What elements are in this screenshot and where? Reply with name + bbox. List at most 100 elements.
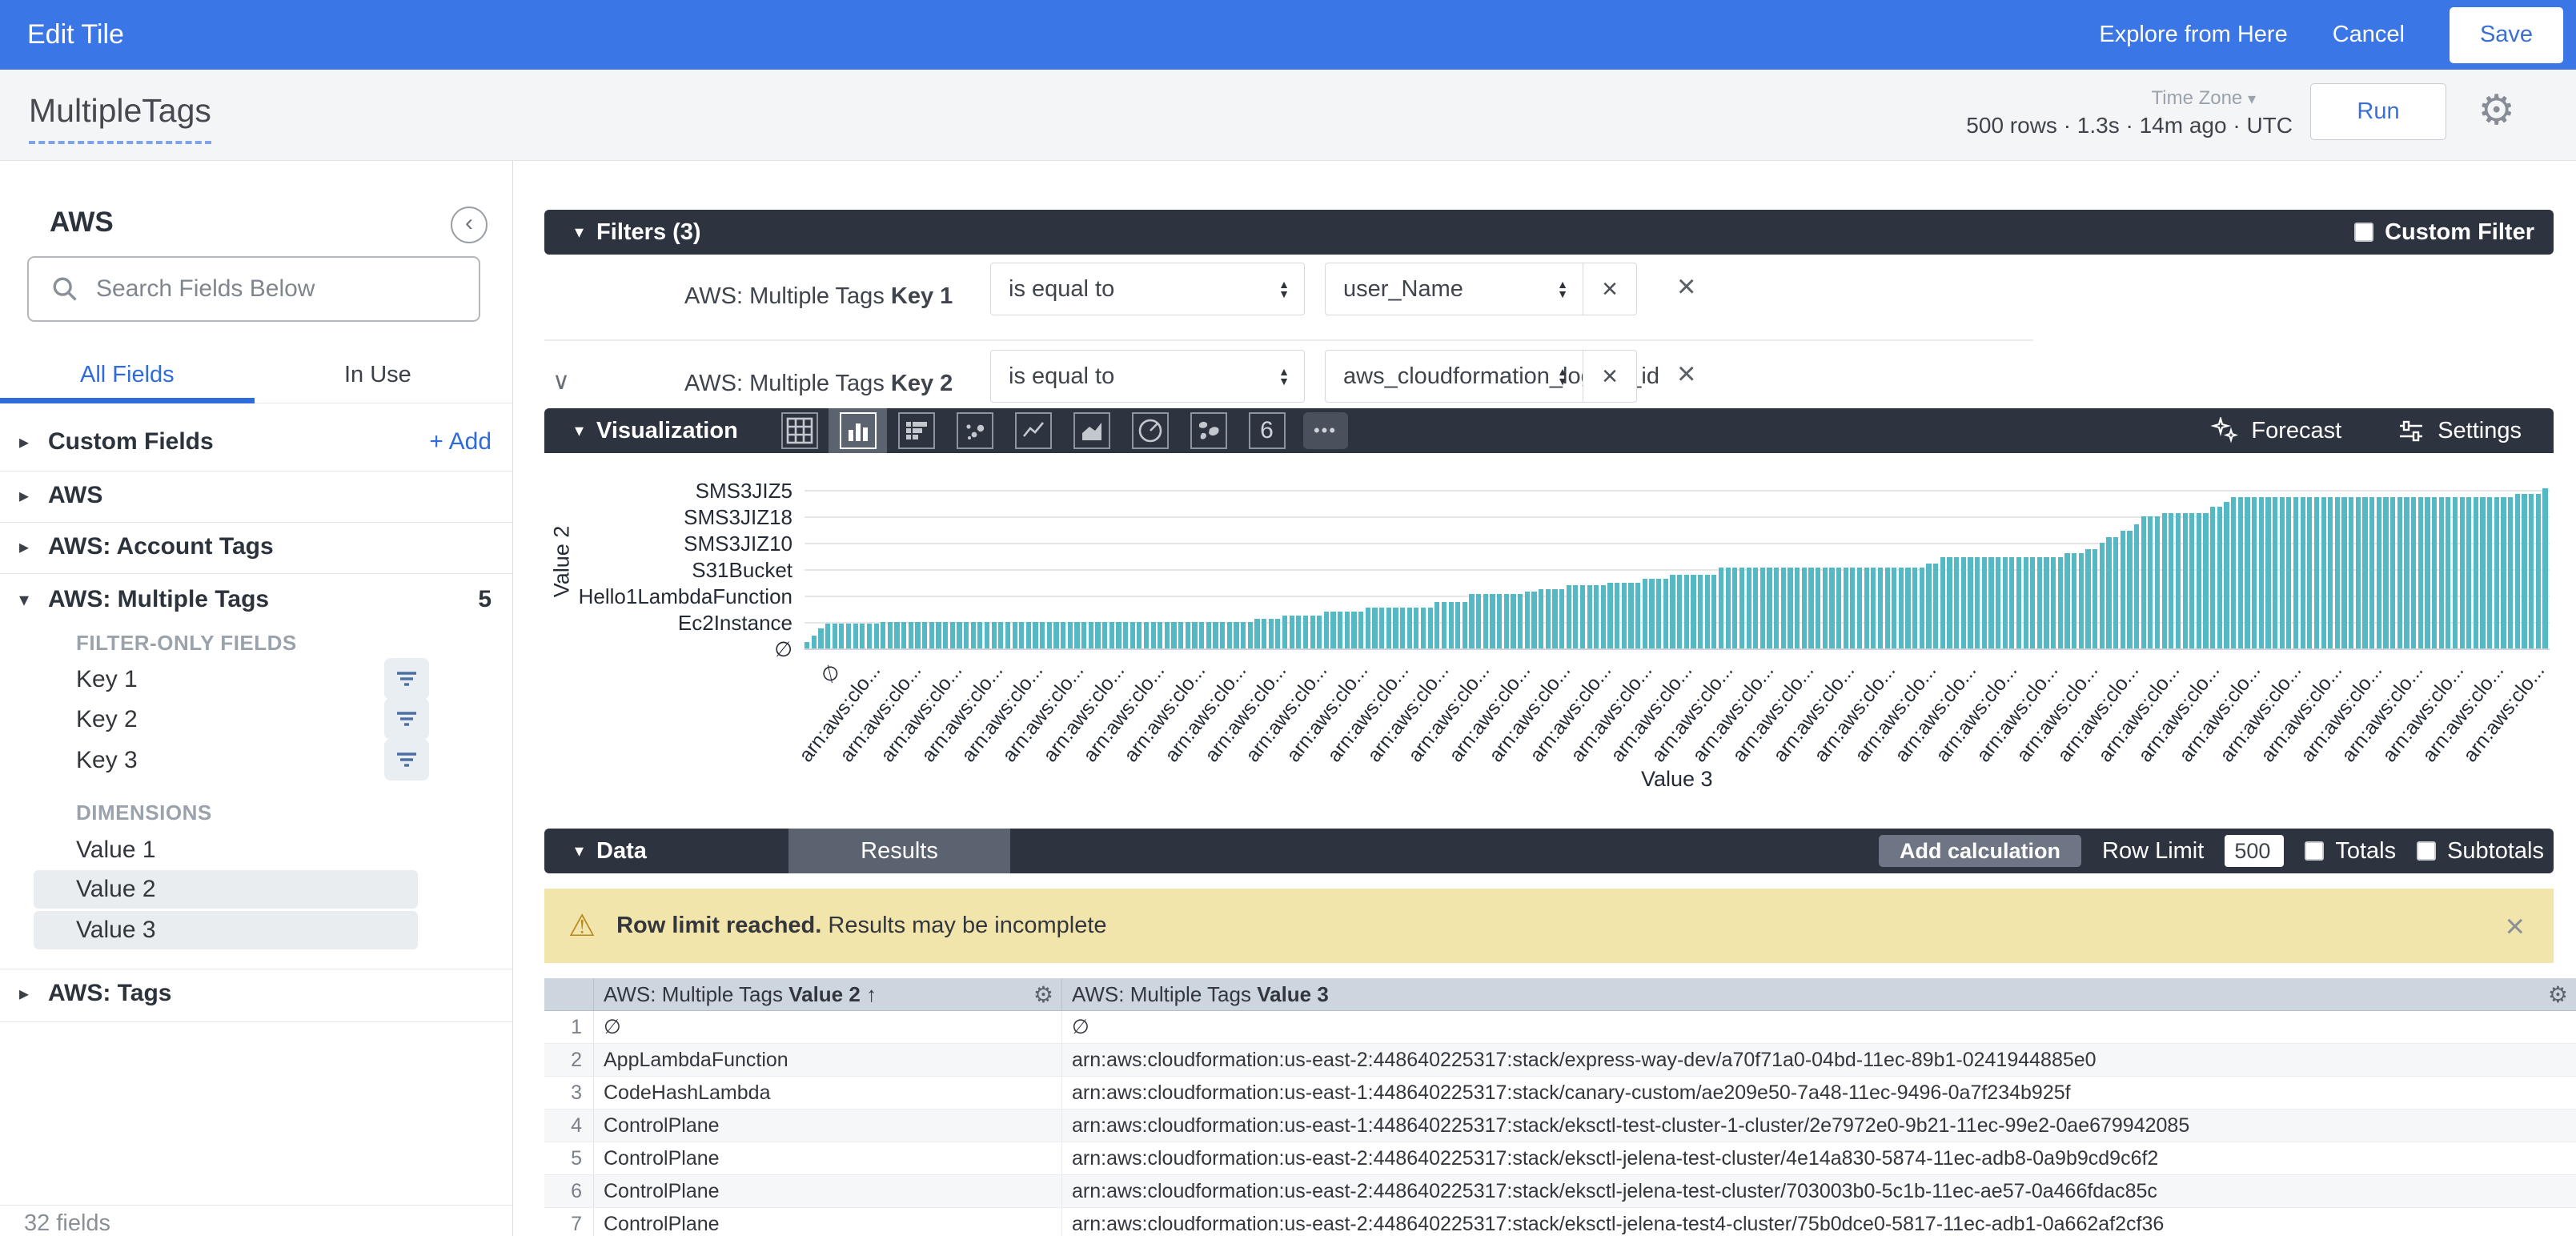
bar[interactable] (2390, 497, 2395, 648)
bar[interactable] (1954, 557, 1959, 648)
bar-chart[interactable]: ∅Ec2InstanceHello1LambdaFunctionS31Bucke… (544, 453, 2576, 829)
sidebar-item-custom-fields[interactable]: ▸ Custom Fields + Add (0, 418, 512, 466)
bar[interactable] (1324, 612, 1329, 648)
caret-down-icon[interactable]: ▾ (575, 222, 584, 243)
bar[interactable] (1013, 622, 1017, 648)
bar[interactable] (1711, 575, 1716, 648)
bar[interactable] (1047, 622, 1052, 648)
bar[interactable] (1053, 622, 1058, 648)
bar[interactable] (2072, 553, 2076, 648)
map-chart-button[interactable] (1179, 408, 1238, 453)
add-calculation-button[interactable]: Add calculation (1879, 835, 2081, 867)
bar[interactable] (1102, 622, 1107, 648)
bar[interactable] (2058, 557, 2063, 648)
bar[interactable] (825, 624, 830, 648)
caret-down-icon[interactable]: ▾ (0, 588, 48, 612)
bar[interactable] (804, 642, 809, 648)
bar[interactable] (2134, 524, 2139, 648)
bar[interactable] (1414, 608, 1418, 648)
bar[interactable] (2231, 497, 2236, 648)
bar[interactable] (1490, 594, 1495, 648)
bar[interactable] (2155, 516, 2160, 648)
bar[interactable] (1476, 594, 1481, 648)
bar[interactable] (2280, 497, 2285, 648)
bar[interactable] (1178, 622, 1183, 648)
bar[interactable] (2162, 513, 2167, 648)
bar[interactable] (2183, 513, 2188, 648)
bar[interactable] (1573, 585, 1578, 648)
cell-value-3[interactable]: ∅ (1062, 1015, 2576, 1039)
bar[interactable] (2397, 497, 2402, 648)
caret-right-icon[interactable]: ▸ (0, 484, 48, 508)
explore-from-here-link[interactable]: Explore from Here (2099, 22, 2287, 48)
bar[interactable] (1774, 568, 1779, 648)
data-section-header[interactable]: ▾ Data Results Add calculation Row Limit… (544, 829, 2554, 873)
bar[interactable] (1698, 575, 1703, 648)
table-row[interactable]: 1∅∅ (544, 1011, 2576, 1044)
bar[interactable] (1885, 568, 1890, 648)
bar[interactable] (1635, 583, 1640, 649)
bar[interactable] (2238, 497, 2243, 648)
cancel-button[interactable]: Cancel (2333, 22, 2405, 48)
bar[interactable] (1726, 568, 1731, 648)
bar[interactable] (1808, 568, 1813, 648)
bar[interactable] (2064, 553, 2069, 648)
bar[interactable] (2453, 497, 2458, 648)
clear-filter-value-button[interactable]: × (1583, 350, 1637, 403)
bar[interactable] (1878, 568, 1883, 648)
bar[interactable] (1788, 568, 1792, 648)
bar[interactable] (1199, 622, 1204, 648)
table-row[interactable]: 3CodeHashLambdaarn:aws:cloudformation:us… (544, 1077, 2576, 1110)
bar[interactable] (1996, 557, 2000, 648)
bar[interactable] (1663, 579, 1668, 648)
bar[interactable] (1739, 568, 1744, 648)
bar[interactable] (2307, 497, 2312, 648)
bar[interactable] (1109, 622, 1114, 648)
bar[interactable] (2106, 537, 2111, 648)
bar[interactable] (2210, 507, 2215, 648)
bar[interactable] (977, 622, 982, 648)
bar[interactable] (2127, 531, 2132, 648)
scatter-chart-button[interactable] (945, 408, 1004, 453)
bar[interactable] (2536, 494, 2541, 648)
bar[interactable] (1407, 608, 1412, 648)
bar[interactable] (2425, 497, 2430, 648)
bar[interactable] (1691, 575, 1695, 648)
bar[interactable] (915, 622, 920, 648)
bar[interactable] (1567, 585, 1571, 648)
bar[interactable] (1269, 619, 1274, 648)
bar[interactable] (1074, 622, 1079, 648)
bar[interactable] (1643, 579, 1647, 648)
bar[interactable] (1358, 612, 1363, 648)
bar[interactable] (2362, 497, 2367, 648)
bar[interactable] (998, 622, 1003, 648)
bar[interactable] (1587, 585, 1592, 648)
bar[interactable] (2024, 557, 2028, 648)
bar[interactable] (1829, 568, 1834, 648)
bar[interactable] (2273, 497, 2277, 648)
row-limit-input[interactable] (2225, 835, 2284, 867)
bar[interactable] (1649, 579, 1654, 648)
bar[interactable] (1850, 568, 1855, 648)
bar[interactable] (1213, 622, 1218, 648)
table-row[interactable]: 6ControlPlanearn:aws:cloudformation:us-e… (544, 1175, 2576, 1208)
bar[interactable] (1455, 602, 1460, 648)
bar[interactable] (2113, 537, 2118, 648)
caret-right-icon[interactable]: ▸ (0, 431, 48, 454)
cell-value-2[interactable]: CodeHashLambda (594, 1077, 1062, 1109)
area-chart-button[interactable] (1062, 408, 1121, 453)
bar[interactable] (2176, 513, 2181, 648)
subtotals-checkbox[interactable] (2417, 841, 2436, 861)
bar[interactable] (2044, 557, 2048, 648)
bar[interactable] (1823, 568, 1828, 648)
field-key-2[interactable]: Key 2 (76, 706, 138, 733)
custom-filter-checkbox[interactable] (2354, 223, 2373, 242)
bar[interactable] (1483, 594, 1488, 648)
bar[interactable] (992, 622, 997, 648)
column-gear-icon[interactable]: ⚙ (1033, 981, 1053, 1008)
bar[interactable] (1192, 622, 1197, 648)
filter-value-select[interactable]: aws_cloudformation_logical_id ▲▼ (1325, 350, 1583, 403)
table-row[interactable]: 2AppLambdaFunctionarn:aws:cloudformation… (544, 1044, 2576, 1077)
bar[interactable] (1442, 602, 1446, 648)
cell-value-2[interactable]: ControlPlane (594, 1208, 1062, 1236)
